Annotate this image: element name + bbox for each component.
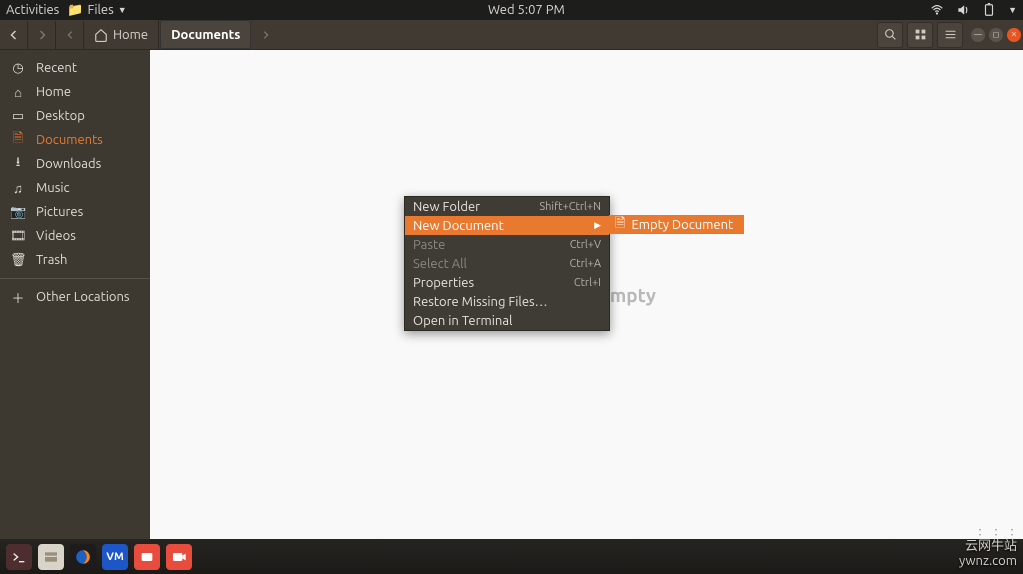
document-icon: 🗎: [615, 214, 625, 236]
view-toggle-button[interactable]: [907, 22, 933, 48]
path-back-icon[interactable]: [56, 21, 84, 49]
sidebar-item-label: Recent: [36, 61, 77, 75]
dock-files[interactable]: [38, 544, 64, 570]
sidebar-item-label: Trash: [36, 253, 67, 267]
dock-firefox[interactable]: [70, 544, 96, 570]
sidebar-icon: ⭳: [10, 153, 26, 175]
context-menu: New FolderShift+Ctrl+NNew Document▶Paste…: [404, 196, 610, 331]
sidebar-item-home[interactable]: ⌂ Home: [0, 80, 150, 104]
hamburger-menu-button[interactable]: [937, 22, 963, 48]
toolbar: Home Documents — ◻ ✕: [0, 20, 1023, 50]
sidebar-item-label: Other Locations: [36, 290, 130, 304]
sidebar-item-desktop[interactable]: ▭ Desktop: [0, 104, 150, 128]
breadcrumb-home[interactable]: Home: [84, 20, 159, 49]
context-menu-item[interactable]: PropertiesCtrl+I: [405, 273, 609, 292]
context-menu-item[interactable]: New Document▶: [405, 216, 609, 235]
sidebar-item-label: Videos: [36, 229, 76, 243]
dock: VM 云网牛站 ywnz.com: [0, 539, 1023, 574]
battery-icon[interactable]: [982, 3, 996, 17]
activities-button[interactable]: Activities: [6, 3, 59, 17]
sidebar-item-documents[interactable]: 🗎 Documents: [0, 128, 150, 152]
top-panel: Activities 📁 Files ▼ Wed 5:07 PM ▼: [0, 0, 1023, 20]
context-menu-item[interactable]: New FolderShift+Ctrl+N: [405, 197, 609, 216]
sidebar-item-recent[interactable]: ◷ Recent: [0, 56, 150, 80]
sidebar-item-label: Documents: [36, 133, 103, 147]
dock-virtualbox[interactable]: VM: [102, 544, 128, 570]
volume-icon[interactable]: [956, 3, 970, 17]
breadcrumb-current[interactable]: Documents: [160, 20, 251, 49]
sidebar-icon: ▭: [10, 109, 26, 124]
search-button[interactable]: [877, 22, 903, 48]
dock-terminal[interactable]: [6, 544, 32, 570]
path-forward-icon: [252, 21, 280, 49]
context-submenu-item[interactable]: 🗎 Empty Document: [609, 215, 744, 234]
dock-wps[interactable]: [134, 544, 160, 570]
window-minimize-button[interactable]: —: [971, 28, 985, 42]
sidebar-icon: 📷: [10, 205, 26, 220]
sidebar-icon: ♫: [10, 181, 26, 196]
context-menu-item[interactable]: Restore Missing Files…: [405, 292, 609, 311]
sidebar: ◷ Recent ⌂ Home ▭ Desktop 🗎 Documents ⭳ Downloads…: [0, 50, 150, 539]
clock[interactable]: Wed 5:07 PM: [488, 3, 565, 17]
app-menu[interactable]: 📁 Files ▼: [67, 3, 126, 18]
folder-icon: 📁: [67, 3, 83, 18]
sidebar-item-label: Music: [36, 181, 70, 195]
submenu-arrow-icon: ▶: [594, 220, 601, 231]
sidebar-icon: 🗑: [10, 253, 26, 268]
wifi-icon[interactable]: [930, 3, 944, 17]
context-menu-item: PasteCtrl+V: [405, 235, 609, 254]
sidebar-item-downloads[interactable]: ⭳ Downloads: [0, 152, 150, 176]
sidebar-icon: ⌂: [10, 85, 26, 100]
forward-button[interactable]: [28, 21, 56, 49]
sidebar-icon: 🎞: [10, 229, 26, 244]
watermark: 云网牛站 ywnz.com: [959, 535, 1017, 568]
plus-icon: ＋: [10, 288, 26, 307]
home-icon: [94, 28, 108, 42]
sidebar-icon: ◷: [10, 61, 26, 76]
sidebar-item-label: Pictures: [36, 205, 83, 219]
sidebar-item-pictures[interactable]: 📷 Pictures: [0, 200, 150, 224]
back-button[interactable]: [0, 21, 28, 49]
sidebar-item-videos[interactable]: 🎞 Videos: [0, 224, 150, 248]
sidebar-item-trash[interactable]: 🗑 Trash: [0, 248, 150, 272]
sidebar-other-locations[interactable]: ＋ Other Locations: [0, 285, 150, 309]
system-menu-icon[interactable]: ▼: [1008, 5, 1017, 15]
sidebar-item-music[interactable]: ♫ Music: [0, 176, 150, 200]
sidebar-icon: 🗎: [10, 129, 26, 151]
sidebar-item-label: Home: [36, 85, 71, 99]
dock-screencast[interactable]: [166, 544, 192, 570]
sidebar-item-label: Desktop: [36, 109, 85, 123]
window-close-button[interactable]: ✕: [1007, 28, 1021, 42]
window-maximize-button[interactable]: ◻: [989, 28, 1003, 42]
sidebar-item-label: Downloads: [36, 157, 101, 171]
context-menu-item: Select AllCtrl+A: [405, 254, 609, 273]
dropdown-icon: ▼: [118, 5, 127, 15]
context-menu-item[interactable]: Open in Terminal: [405, 311, 609, 330]
